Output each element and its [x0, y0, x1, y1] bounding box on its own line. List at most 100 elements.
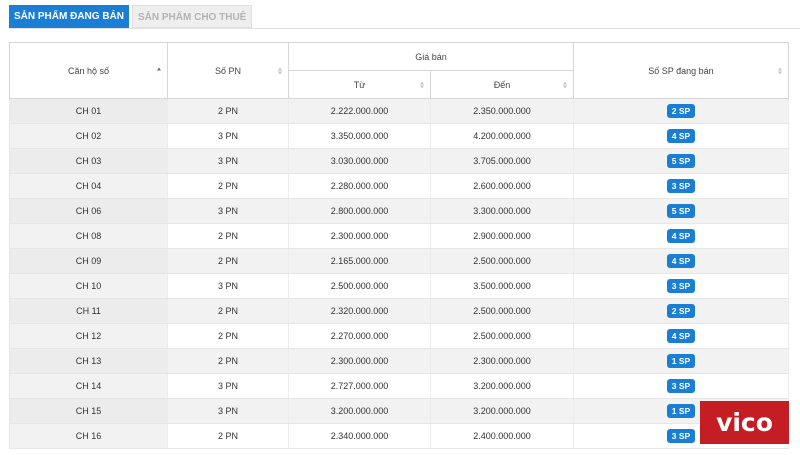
cell-bedrooms: 3 PN	[167, 123, 289, 149]
vico-logo: vico	[700, 401, 789, 444]
cell-bedrooms: 2 PN	[167, 223, 289, 249]
cell-unit: CH 13	[9, 348, 168, 374]
column-header-price-to-label: Đến	[493, 79, 511, 90]
table-row: CH 03 3 PN 3.030.000.000 3.705.000.000 5 SP	[9, 148, 789, 174]
cell-price-to: 2.300.000.000	[430, 348, 574, 374]
table-row: CH 12 2 PN 2.270.000.000 2.500.000.000 4 SP	[9, 323, 789, 349]
cell-bedrooms: 3 PN	[167, 148, 289, 174]
count-badge[interactable]: 3 SP	[666, 179, 696, 193]
cell-price-to: 2.900.000.000	[430, 223, 574, 249]
cell-unit: CH 14	[9, 373, 168, 399]
sort-icon	[563, 81, 568, 88]
table-row: CH 02 3 PN 3.350.000.000 4.200.000.000 4 SP	[9, 123, 789, 149]
cell-price-from: 3.030.000.000	[288, 148, 431, 174]
count-badge[interactable]: 4 SP	[666, 129, 696, 143]
cell-unit: CH 08	[9, 223, 168, 249]
sort-ascending-icon	[157, 67, 162, 74]
cell-price-to: 4.200.000.000	[430, 123, 574, 149]
cell-price-from: 2.165.000.000	[288, 248, 431, 274]
cell-unit: CH 01	[9, 98, 168, 124]
cell-price-to: 3.200.000.000	[430, 373, 574, 399]
cell-count: 5 SP	[573, 198, 789, 224]
cell-price-to: 2.400.000.000	[430, 423, 574, 449]
cell-price-from: 2.222.000.000	[288, 98, 431, 124]
cell-count: 4 SP	[573, 323, 789, 349]
cell-price-to: 2.500.000.000	[430, 323, 574, 349]
cell-price-to: 3.500.000.000	[430, 273, 574, 299]
cell-price-from: 2.280.000.000	[288, 173, 431, 199]
cell-price-from: 2.727.000.000	[288, 373, 431, 399]
table-row: CH 06 3 PN 2.800.000.000 3.300.000.000 5 SP	[9, 198, 789, 224]
count-badge[interactable]: 3 SP	[666, 379, 696, 393]
column-header-bedrooms[interactable]: Số PN	[167, 42, 289, 99]
count-badge[interactable]: 2 SP	[666, 304, 696, 318]
sort-icon	[420, 81, 425, 88]
table-row: CH 08 2 PN 2.300.000.000 2.900.000.000 4 SP	[9, 223, 789, 249]
column-group-price: Giá bán	[288, 42, 574, 71]
cell-price-to: 3.300.000.000	[430, 198, 574, 224]
cell-price-to: 2.500.000.000	[430, 248, 574, 274]
cell-bedrooms: 2 PN	[167, 298, 289, 324]
cell-price-from: 3.200.000.000	[288, 398, 431, 424]
cell-price-to: 3.705.000.000	[430, 148, 574, 174]
count-badge[interactable]: 1 SP	[666, 354, 696, 368]
cell-count: 3 SP	[573, 273, 789, 299]
column-header-count-label: Số SP đang bán	[648, 65, 714, 76]
column-header-unit-label: Căn hộ số	[67, 65, 110, 76]
sort-icon	[778, 67, 783, 74]
cell-bedrooms: 2 PN	[167, 173, 289, 199]
cell-price-from: 2.340.000.000	[288, 423, 431, 449]
table-body: CH 01 2 PN 2.222.000.000 2.350.000.000 2 SP C…	[9, 98, 789, 449]
count-badge[interactable]: 5 SP	[666, 204, 696, 218]
cell-bedrooms: 2 PN	[167, 98, 289, 124]
count-badge[interactable]: 2 SP	[666, 104, 696, 118]
table-row: CH 09 2 PN 2.165.000.000 2.500.000.000 4 SP	[9, 248, 789, 274]
count-badge[interactable]: 1 SP	[666, 404, 696, 418]
column-header-bedrooms-label: Số PN	[214, 65, 241, 76]
cell-count: 3 SP	[573, 173, 789, 199]
cell-unit: CH 11	[9, 298, 168, 324]
count-badge[interactable]: 4 SP	[666, 254, 696, 268]
cell-count: 4 SP	[573, 123, 789, 149]
column-header-price-from[interactable]: Từ	[288, 70, 431, 99]
cell-price-from: 2.300.000.000	[288, 223, 431, 249]
products-table: Căn hộ số Số PN Giá bán Số SP đang bán T…	[9, 42, 789, 449]
cell-price-to: 3.200.000.000	[430, 398, 574, 424]
tab-divider	[9, 28, 800, 29]
cell-bedrooms: 3 PN	[167, 273, 289, 299]
count-badge[interactable]: 3 SP	[666, 279, 696, 293]
cell-price-from: 2.800.000.000	[288, 198, 431, 224]
table-row: CH 10 3 PN 2.500.000.000 3.500.000.000 3 SP	[9, 273, 789, 299]
column-header-price-to[interactable]: Đến	[430, 70, 574, 99]
cell-price-from: 2.320.000.000	[288, 298, 431, 324]
tab-products-for-sale[interactable]: SẢN PHẨM ĐANG BÁN	[9, 5, 129, 28]
cell-price-to: 2.350.000.000	[430, 98, 574, 124]
table-row: CH 11 2 PN 2.320.000.000 2.500.000.000 2 SP	[9, 298, 789, 324]
count-badge[interactable]: 4 SP	[666, 229, 696, 243]
column-header-price-from-label: Từ	[353, 79, 366, 90]
column-header-unit[interactable]: Căn hộ số	[9, 42, 168, 99]
cell-bedrooms: 3 PN	[167, 198, 289, 224]
table-row: CH 04 2 PN 2.280.000.000 2.600.000.000 3 SP	[9, 173, 789, 199]
cell-unit: CH 16	[9, 423, 168, 449]
column-header-count[interactable]: Số SP đang bán	[573, 42, 789, 99]
cell-bedrooms: 2 PN	[167, 248, 289, 274]
cell-unit: CH 09	[9, 248, 168, 274]
cell-price-from: 3.350.000.000	[288, 123, 431, 149]
cell-bedrooms: 2 PN	[167, 348, 289, 374]
count-badge[interactable]: 5 SP	[666, 154, 696, 168]
count-badge[interactable]: 3 SP	[666, 429, 696, 443]
cell-count: 2 SP	[573, 98, 789, 124]
cell-count: 5 SP	[573, 148, 789, 174]
table-row: CH 14 3 PN 2.727.000.000 3.200.000.000 3 SP	[9, 373, 789, 399]
table-row: CH 16 2 PN 2.340.000.000 2.400.000.000 3 SP	[9, 423, 789, 449]
cell-price-to: 2.500.000.000	[430, 298, 574, 324]
cell-price-from: 2.500.000.000	[288, 273, 431, 299]
tab-products-for-rent[interactable]: SẢN PHẨM CHO THUÊ	[132, 5, 253, 28]
cell-count: 4 SP	[573, 248, 789, 274]
count-badge[interactable]: 4 SP	[666, 329, 696, 343]
tab-bar: SẢN PHẨM ĐANG BÁN SẢN PHẨM CHO THUÊ	[9, 5, 253, 28]
cell-count: 3 SP	[573, 373, 789, 399]
cell-unit: CH 04	[9, 173, 168, 199]
cell-unit: CH 15	[9, 398, 168, 424]
